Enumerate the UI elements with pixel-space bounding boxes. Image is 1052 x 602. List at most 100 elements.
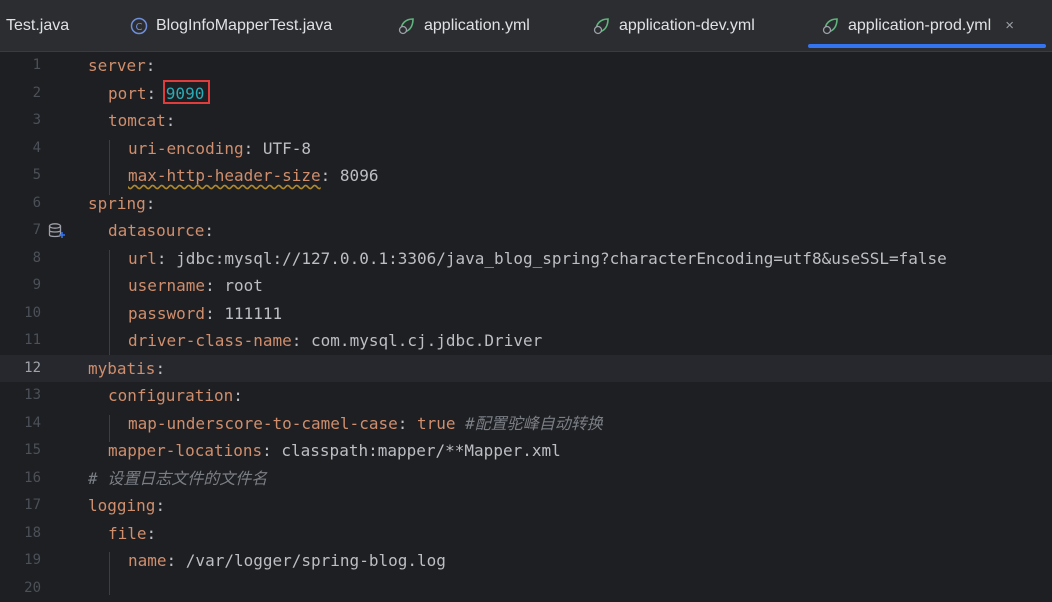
code-text: server: [88,52,155,80]
yaml-separator: : [205,304,224,323]
code-text: map-underscore-to-camel-case: true #配置驼峰… [128,410,603,438]
yaml-value: classpath:mapper/**Mapper.xml [281,441,560,460]
yaml-separator: : [204,221,214,240]
code-editor[interactable]: 1server:2port: 90903tomcat:4 uri-encoding… [0,52,1052,595]
code-text: file: [108,520,156,548]
editor-tab-bar: Test.java C BlogInfoMapperTest.java appl… [0,0,1052,52]
inline-comment: #配置驼峰自动转换 [465,414,603,433]
yaml-key: configuration [108,386,233,405]
line-number: 9 [0,272,41,300]
yaml-value: com.mysql.cj.jdbc.Driver [311,331,542,350]
line-number: 20 [0,575,41,602]
yaml-separator: : [398,414,417,433]
yaml-value: UTF-8 [263,139,311,158]
close-icon[interactable]: × [1005,17,1014,34]
yaml-key: file [108,524,147,543]
line-number: 18 [0,520,41,548]
code-text: spring: [88,190,155,218]
tab-label: application-prod.yml [848,17,991,35]
yaml-separator: : [262,441,281,460]
yaml-key: server [88,56,146,75]
yaml-key: tomcat [108,111,166,130]
tab-label: application.yml [424,17,530,35]
yaml-separator: : [244,139,263,158]
tab-application-dev-yml[interactable]: application-dev.yml [591,0,755,51]
tab-test-java[interactable]: Test.java [6,0,86,51]
code-line[interactable]: 3tomcat: [0,107,1052,135]
code-line[interactable]: 18 file: [0,520,1052,548]
yaml-key: url [128,249,157,268]
code-line[interactable]: 16# 设置日志文件的文件名 [0,465,1052,493]
code-line[interactable]: 19name: /var/logger/spring-blog.log [0,547,1052,575]
tab-label: Test.java [6,17,69,35]
yaml-separator: : [166,111,176,130]
code-text: password: 111111 [128,300,282,328]
code-line[interactable]: 7datasource: [0,217,1052,245]
code-line[interactable]: 11 driver-class-name: com.mysql.cj.jdbc.D… [0,327,1052,355]
line-number: 11 [0,327,41,355]
code-line[interactable]: 12mybatis: [0,355,1052,383]
code-line[interactable]: 1server: [0,52,1052,80]
tab-label: application-dev.yml [619,17,755,35]
yaml-key: port [108,84,147,103]
code-line[interactable]: 5 max-http-header-size: 8096 [0,162,1052,190]
code-text: tomcat: [108,107,175,135]
code-line[interactable]: 4 uri-encoding: UTF-8 [0,135,1052,163]
yaml-separator: : [321,166,340,185]
line-number: 12 [0,355,41,383]
yaml-key: mapper-locations [108,441,262,460]
line-number: 6 [0,190,41,218]
yaml-key: username [128,276,205,295]
code-line[interactable]: 10password: 111111 [0,300,1052,328]
database-icon[interactable] [48,222,66,245]
tab-application-yml[interactable]: application.yml [396,0,530,51]
yaml-separator: : [155,496,165,515]
comment: # 设置日志文件的文件名 [88,469,267,488]
spring-leaf-icon [396,15,418,37]
code-text: datasource: [108,217,214,245]
yaml-key: name [128,551,167,570]
yaml-separator: : [146,194,156,213]
port-highlight-box [163,80,210,104]
yaml-separator: : [233,386,243,405]
code-line[interactable]: 8url: jdbc:mysql://127.0.0.1:3306/java_b… [0,245,1052,273]
yaml-key: datasource [108,221,204,240]
yaml-value: true [417,414,456,433]
line-number: 14 [0,410,41,438]
yaml-key: spring [88,194,146,213]
code-line[interactable]: 13 configuration: [0,382,1052,410]
yaml-separator: : [157,249,176,268]
code-text: uri-encoding: UTF-8 [128,135,311,163]
svg-text:C: C [136,22,143,33]
code-line[interactable]: 14 map-underscore-to-camel-case: true #配置… [0,410,1052,438]
tab-bloginfomappertest-java[interactable]: C BlogInfoMapperTest.java [90,0,380,51]
line-number: 4 [0,135,41,163]
code-text: # 设置日志文件的文件名 [88,465,267,493]
yaml-key: mybatis [88,359,155,378]
code-line[interactable]: 17logging: [0,492,1052,520]
yaml-separator: : [205,276,224,295]
yaml-value: /var/logger/spring-blog.log [186,551,446,570]
line-number: 15 [0,437,41,465]
line-number: 13 [0,382,41,410]
line-number: 5 [0,162,41,190]
code-text: name: /var/logger/spring-blog.log [128,547,446,575]
yaml-value: 111111 [224,304,282,323]
class-c-icon: C [128,15,150,37]
code-line[interactable]: 6 spring: [0,190,1052,218]
code-line[interactable]: 9username: root [0,272,1052,300]
code-text: max-http-header-size: 8096 [128,162,378,190]
yaml-separator: : [292,331,311,350]
code-text: logging: [88,492,165,520]
yaml-key: map-underscore-to-camel-case [128,414,398,433]
yaml-value: 8096 [340,166,379,185]
code-line[interactable]: 2port: 9090 [0,80,1052,108]
spring-leaf-icon [591,15,613,37]
tab-label: BlogInfoMapperTest.java [156,17,332,35]
code-line[interactable]: 15 mapper-locations: classpath:mapper/**M… [0,437,1052,465]
code-text: driver-class-name: com.mysql.cj.jdbc.Dri… [128,327,542,355]
spring-leaf-icon [820,15,842,37]
code-line[interactable]: 20 [0,575,1052,602]
code-text: configuration: [108,382,243,410]
yaml-key: uri-encoding [128,139,244,158]
